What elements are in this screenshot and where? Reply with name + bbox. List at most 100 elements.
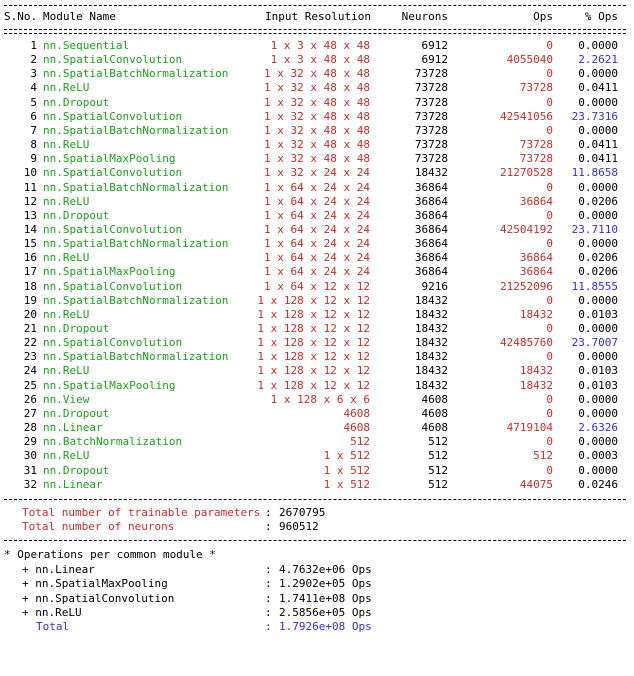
row-ops: 0 — [546, 435, 553, 449]
total-params-value: 2670795 — [279, 506, 326, 519]
row-neurons: 73728 — [414, 95, 448, 109]
row-ops: 0 — [546, 123, 553, 137]
row-input: 1 x 32 x 48 x 48 — [264, 81, 370, 95]
row-number: 1 — [30, 39, 37, 52]
table-row: 15 nn.SpatialBatchNormalization 1 x 64 x 2… — [0, 237, 634, 251]
summary-item: + nn.SpatialConvolution:1.7411e+08 Ops — [0, 592, 634, 606]
row-ops: 42485760 — [500, 336, 553, 350]
row-number: 2 — [30, 53, 37, 67]
row-input: 1 x 64 x 24 x 24 — [264, 237, 370, 251]
summary-item-value: 1.7411e+08 Ops — [279, 591, 372, 605]
table-row: 19 nn.SpatialBatchNormalization 1 x 128 x … — [0, 294, 634, 308]
row-ops: 4719104 — [506, 421, 553, 435]
row-ops: 0 — [546, 180, 553, 194]
row-input: 4608 — [343, 406, 371, 420]
row-input: 1 x 128 x 12 x 12 — [257, 307, 370, 321]
table-row: 23 nn.SpatialBatchNormalization 1 x 128 x … — [0, 350, 634, 364]
row-pct: 2.6326 — [578, 421, 618, 435]
row-number: 13 — [23, 208, 37, 222]
row-ops: 73728 — [519, 138, 553, 152]
table-row: 28 nn.Linear 4608 4608 4719104 2.6326 — [0, 421, 634, 435]
row-pct: 23.7110 — [571, 222, 618, 236]
header-neurons: Neurons — [401, 10, 448, 23]
row-pct: 0.0000 — [578, 237, 618, 251]
row-ops: 18432 — [519, 364, 553, 378]
row-ops: 0 — [546, 95, 553, 109]
row-pct: 0.0411 — [578, 152, 618, 166]
table-row: 17 nn.SpatialMaxPooling 1 x 64 x 24 x 24 36… — [0, 265, 634, 279]
row-neurons: 512 — [428, 463, 448, 477]
row-pct: 0.0411 — [578, 81, 618, 95]
row-neurons: 18432 — [414, 322, 448, 335]
summary-item-label: + nn.SpatialConvolution — [22, 591, 175, 605]
row-ops: 44075 — [519, 477, 553, 491]
row-neurons: 36864 — [414, 180, 448, 194]
row-neurons: 9216 — [421, 279, 449, 293]
row-pct: 0.0000 — [578, 67, 618, 81]
row-number: 24 — [23, 364, 37, 378]
row-input: 1 x 128 x 12 x 12 — [257, 293, 370, 307]
row-number: 22 — [23, 336, 37, 350]
row-number: 5 — [30, 95, 37, 109]
row-neurons: 73728 — [414, 123, 448, 137]
row-number: 28 — [23, 421, 37, 435]
row-neurons: 36864 — [414, 251, 448, 265]
summary-item: + nn.SpatialMaxPooling:1.2902e+05 Ops — [0, 577, 634, 591]
summary-total-line: Total : 1.7926e+08 Ops — [0, 620, 634, 634]
table-row: 3 nn.SpatialBatchNormalization 1 x 32 x 48… — [0, 67, 634, 81]
row-pct: 0.0000 — [578, 435, 618, 449]
header-ops: Ops — [533, 10, 553, 23]
row-input: 1 x 32 x 48 x 48 — [264, 123, 370, 137]
row-number: 20 — [23, 307, 37, 321]
row-module: nn.SpatialConvolution — [43, 222, 183, 236]
row-module: nn.Dropout — [43, 95, 110, 109]
row-module: nn.SpatialBatchNormalization — [43, 237, 229, 251]
table-row: 27 nn.Dropout 4608 4608 0 0.0000 — [0, 407, 634, 421]
row-neurons: 36864 — [414, 208, 448, 222]
row-number: 9 — [30, 152, 37, 166]
row-number: 27 — [23, 406, 37, 420]
top-separator — [4, 5, 626, 6]
row-number: 6 — [30, 109, 37, 123]
row-input: 1 x 128 x 12 x 12 — [257, 322, 370, 335]
summary-item-colon: : — [265, 591, 272, 605]
row-neurons: 18432 — [414, 336, 448, 350]
row-number: 29 — [23, 435, 37, 449]
total-params-label: Total number of trainable parameters — [22, 506, 261, 519]
row-neurons: 512 — [428, 449, 448, 463]
row-number: 14 — [23, 222, 37, 236]
row-number: 31 — [23, 463, 37, 477]
row-pct: 0.0000 — [578, 180, 618, 194]
summary-separator — [4, 540, 626, 541]
row-ops: 0 — [546, 392, 553, 406]
row-pct: 0.0103 — [578, 307, 618, 321]
total-neurons-label: Total number of neurons — [22, 520, 175, 533]
row-input: 1 x 64 x 24 x 24 — [264, 208, 370, 222]
total-params-line: Total number of trainable parameters : 2… — [0, 506, 634, 520]
row-input: 1 x 32 x 24 x 24 — [264, 166, 370, 180]
row-ops: 73728 — [519, 81, 553, 95]
row-neurons: 73728 — [414, 67, 448, 81]
row-ops: 0 — [546, 67, 553, 81]
table-row: 12 nn.ReLU 1 x 64 x 24 x 24 36864 36864 0.020… — [0, 195, 634, 209]
row-pct: 0.0000 — [578, 392, 618, 406]
row-input: 1 x 64 x 24 x 24 — [264, 265, 370, 279]
row-module: nn.Dropout — [43, 208, 110, 222]
row-input: 1 x 64 x 24 x 24 — [264, 180, 370, 194]
row-number: 4 — [30, 81, 37, 95]
table-row: 20 nn.ReLU 1 x 128 x 12 x 12 18432 18432 0.01… — [0, 308, 634, 322]
row-ops: 0 — [546, 237, 553, 251]
row-number: 21 — [23, 322, 37, 335]
row-input: 1 x 64 x 24 x 24 — [264, 222, 370, 236]
row-module: nn.Dropout — [43, 463, 110, 477]
row-pct: 23.7007 — [571, 336, 618, 350]
row-neurons: 18432 — [414, 166, 448, 180]
total-neurons-value: 960512 — [279, 520, 319, 533]
row-pct: 0.0000 — [578, 406, 618, 420]
table-row: 5 nn.Dropout 1 x 32 x 48 x 48 73728 0 0.0000 — [0, 96, 634, 110]
row-number: 8 — [30, 138, 37, 152]
row-module: nn.SpatialConvolution — [43, 279, 183, 293]
row-ops: 21252096 — [500, 279, 553, 293]
row-pct: 0.0000 — [578, 322, 618, 335]
row-input: 1 x 128 x 12 x 12 — [257, 350, 370, 364]
